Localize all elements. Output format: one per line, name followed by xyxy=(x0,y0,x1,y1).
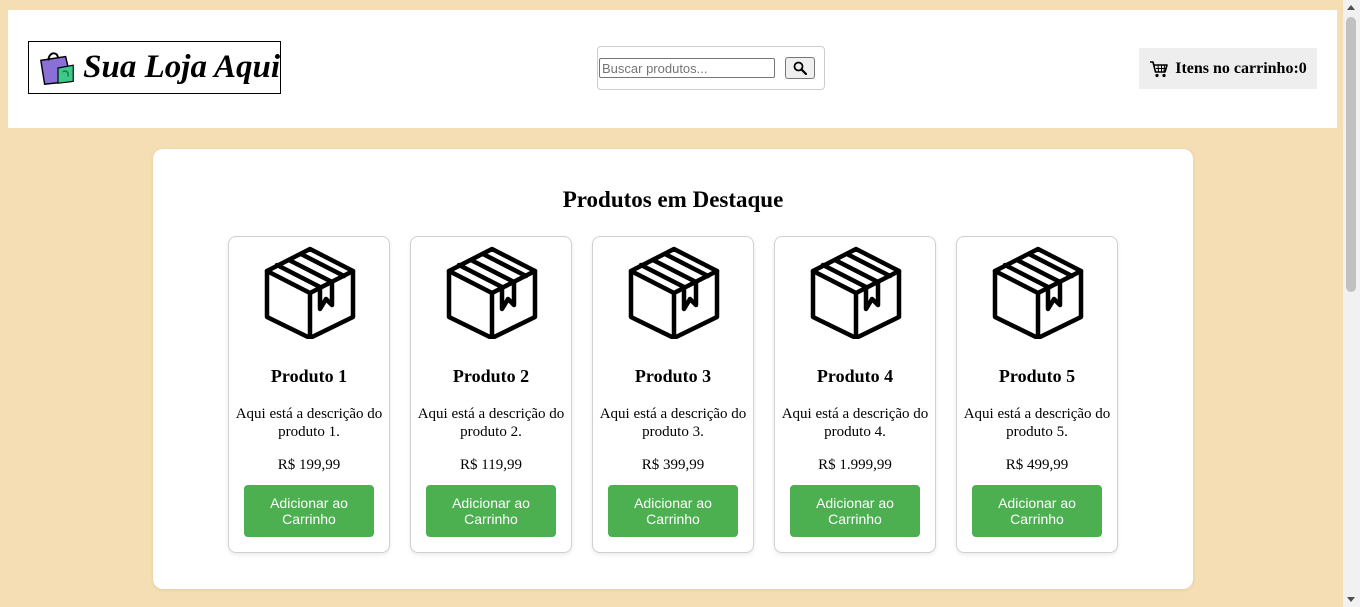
product-name: Produto 5 xyxy=(998,366,1076,386)
product-description: Aqui está a descrição do produto 3. xyxy=(599,406,747,440)
box-icon xyxy=(446,246,538,339)
search-icon xyxy=(793,61,807,75)
product-description: Aqui está a descrição do produto 5. xyxy=(963,406,1111,440)
scroll-down-icon[interactable] xyxy=(1347,597,1355,602)
product-name: Produto 1 xyxy=(270,366,348,386)
product-list: Produto 1 Aqui está a descrição do produ… xyxy=(228,236,1118,553)
product-name: Produto 2 xyxy=(452,366,530,386)
product-card: Produto 5 Aqui está a descrição do produ… xyxy=(956,236,1118,553)
page: Sua Loja Aqui Itens no carrinho:0 xyxy=(0,0,1343,607)
box-icon xyxy=(810,246,902,339)
add-to-cart-button[interactable]: Adicionar ao Carrinho xyxy=(972,485,1102,537)
scrollbar-thumb[interactable] xyxy=(1346,17,1356,292)
box-icon xyxy=(264,246,356,339)
logo[interactable]: Sua Loja Aqui xyxy=(28,41,281,94)
product-price: R$ 399,99 xyxy=(641,457,705,473)
scroll-up-icon[interactable] xyxy=(1347,5,1355,10)
section-title: Produtos em Destaque xyxy=(562,187,784,212)
add-to-cart-button[interactable]: Adicionar ao Carrinho xyxy=(244,485,374,537)
search-input[interactable] xyxy=(599,58,775,78)
vertical-scrollbar[interactable] xyxy=(1343,0,1360,607)
cart-count-label: Itens no carrinho:0 xyxy=(1175,59,1307,77)
product-description: Aqui está a descrição do produto 1. xyxy=(235,406,383,440)
add-to-cart-button[interactable]: Adicionar ao Carrinho xyxy=(426,485,556,537)
product-name: Produto 4 xyxy=(816,366,894,386)
search-form xyxy=(597,46,825,90)
product-price: R$ 1.999,99 xyxy=(818,457,892,473)
cart-button[interactable]: Itens no carrinho:0 xyxy=(1139,48,1317,89)
product-card: Produto 3 Aqui está a descrição do produ… xyxy=(592,236,754,553)
box-icon xyxy=(628,246,720,339)
add-to-cart-button[interactable]: Adicionar ao Carrinho xyxy=(790,485,920,537)
add-to-cart-button[interactable]: Adicionar ao Carrinho xyxy=(608,485,738,537)
box-icon xyxy=(992,246,1084,339)
product-card: Produto 1 Aqui está a descrição do produ… xyxy=(228,236,390,553)
product-description: Aqui está a descrição do produto 4. xyxy=(781,406,929,440)
search-button[interactable] xyxy=(785,57,815,79)
shopping-bag-icon xyxy=(39,51,74,85)
product-name: Produto 3 xyxy=(634,366,712,386)
product-card: Produto 2 Aqui está a descrição do produ… xyxy=(410,236,572,553)
product-card: Produto 4 Aqui está a descrição do produ… xyxy=(774,236,936,553)
featured-products-section: Produtos em Destaque Produto 1 Aqui está… xyxy=(153,149,1193,589)
product-price: R$ 119,99 xyxy=(460,457,522,473)
cart-icon xyxy=(1150,60,1169,77)
product-price: R$ 199,99 xyxy=(277,457,341,473)
product-description: Aqui está a descrição do produto 2. xyxy=(417,406,565,440)
site-header: Sua Loja Aqui Itens no carrinho:0 xyxy=(8,10,1337,128)
logo-text: Sua Loja Aqui xyxy=(83,49,280,85)
product-price: R$ 499,99 xyxy=(1005,457,1069,473)
